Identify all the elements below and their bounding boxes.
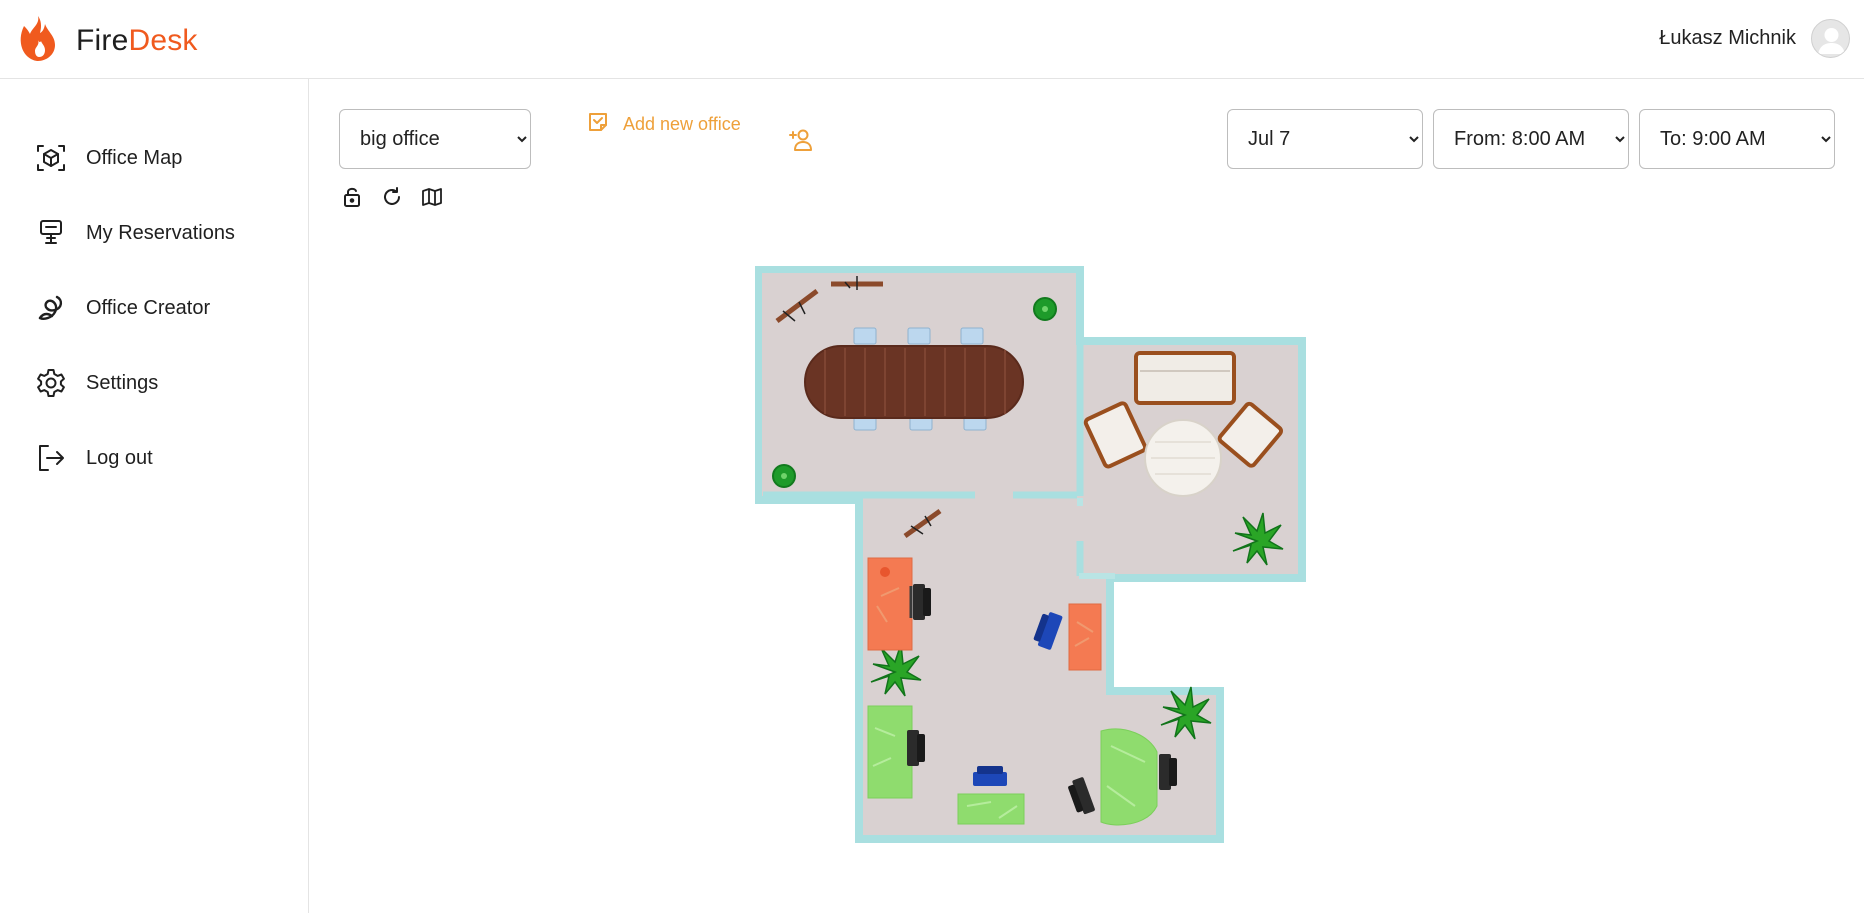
logout-icon [33,440,69,476]
sidebar: Office Map My Reservations Office Creato… [0,79,309,913]
sidebar-item-office-creator[interactable]: Office Creator [33,290,210,326]
flame-icon [18,14,58,67]
brand-name-fire: Fire [76,23,129,57]
add-office-icon [587,111,609,138]
add-user-button[interactable] [788,127,818,157]
sidebar-item-my-reservations[interactable]: My Reservations [33,215,235,251]
from-time-select[interactable]: From: 8:00 AM [1433,109,1629,169]
refresh-icon[interactable] [380,185,404,209]
map-toolbar [340,185,444,209]
sidebar-item-log-out[interactable]: Log out [33,440,153,476]
office-select[interactable]: big office [339,109,531,169]
gear-icon [33,365,69,401]
sidebar-item-office-map[interactable]: Office Map [33,140,182,176]
map-icon[interactable] [420,185,444,209]
sidebar-item-label: Office Map [86,146,183,169]
to-time-select[interactable]: To: 9:00 AM [1639,109,1835,169]
user-avatar-icon[interactable] [1811,19,1850,58]
sidebar-item-label: My Reservations [86,221,235,244]
sidebar-item-label: Office Creator [86,296,211,319]
user-menu[interactable]: Łukasz Michnik [1659,19,1850,58]
add-user-icon [788,129,814,157]
office-floor-plan[interactable] [754,265,1315,844]
brand-name-desk: Desk [128,23,198,57]
cube-scan-icon [33,140,69,176]
brand-logo[interactable]: FireDesk [18,14,198,67]
desk-icon [33,215,69,251]
lock-icon[interactable] [340,185,364,209]
sidebar-item-settings[interactable]: Settings [33,365,158,401]
add-office-label: Add new office [623,114,741,134]
date-select[interactable]: Jul 7 [1227,109,1423,169]
user-name: Łukasz Michnik [1659,27,1796,49]
add-office-button[interactable]: Add new office [587,111,741,138]
creator-swirl-icon [33,290,69,326]
sidebar-item-label: Settings [86,371,159,394]
app-header: FireDesk Łukasz Michnik [0,0,1864,79]
sidebar-item-label: Log out [86,446,153,469]
main-content: big office Add new office Jul 7 From: 8:… [310,79,1864,913]
brand-name: FireDesk [76,24,198,58]
